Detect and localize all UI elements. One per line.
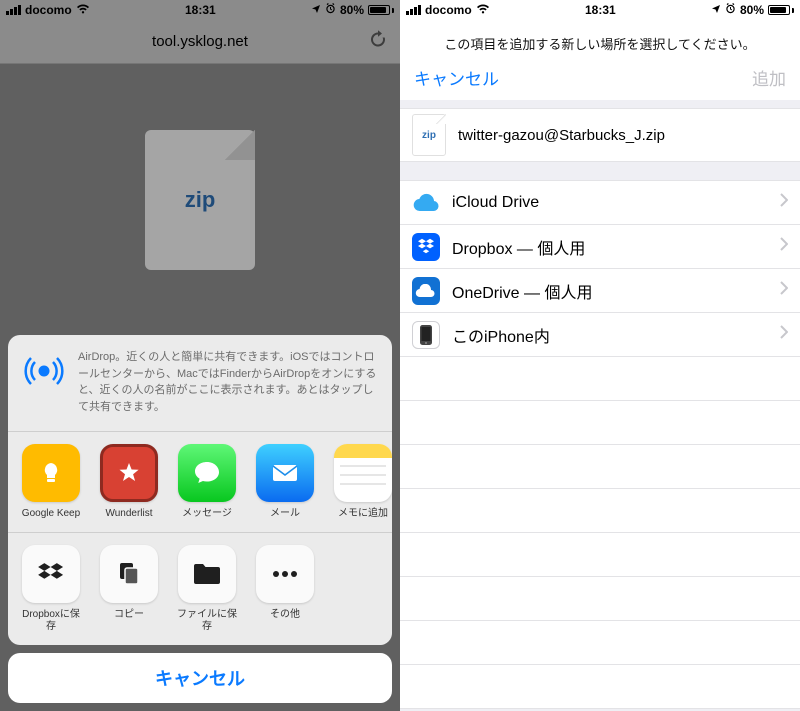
- airdrop-row[interactable]: AirDrop。近くの人と簡単に共有できます。iOSではコントロールセンターから…: [8, 335, 392, 432]
- battery-label: 80%: [740, 3, 764, 17]
- share-sheet: AirDrop。近くの人と簡単に共有できます。iOSではコントロールセンターから…: [8, 335, 392, 703]
- files-save-location-screen: docomo 18:31 80% この項目を追加する新しい場所を選択してください…: [400, 0, 800, 711]
- locations-list: iCloud Drive Dropbox — 個人用 OneDrive — 個人…: [400, 180, 800, 357]
- action-label: Dropboxに保存: [18, 609, 84, 633]
- action-more[interactable]: その他: [252, 545, 318, 633]
- alarm-icon: [725, 3, 736, 17]
- cancel-button[interactable]: キャンセル: [414, 65, 499, 90]
- wifi-icon: [476, 3, 490, 17]
- safari-share-sheet-screen: docomo 18:31 80% tool.ysklog.net: [0, 0, 400, 711]
- airdrop-text: AirDrop。近くの人と簡単に共有できます。iOSではコントロールセンターから…: [78, 349, 378, 415]
- location-onedrive[interactable]: OneDrive — 個人用: [400, 269, 800, 313]
- chevron-right-icon: [779, 237, 788, 256]
- location-icon: [711, 3, 721, 17]
- dropbox-icon: [412, 233, 440, 261]
- clock-label: 18:31: [585, 3, 616, 17]
- app-label: Google Keep: [18, 508, 84, 520]
- location-label: このiPhone内: [452, 323, 767, 347]
- action-save-dropbox[interactable]: Dropboxに保存: [18, 545, 84, 633]
- chevron-right-icon: [779, 325, 788, 344]
- file-row: zip twitter-gazou@Starbucks_J.zip: [400, 108, 800, 162]
- app-label: メール: [252, 508, 318, 520]
- share-apps-row[interactable]: Google Keep Wunderlist メッセージ メール: [8, 432, 392, 533]
- action-copy[interactable]: コピー: [96, 545, 162, 633]
- add-button: 追加: [752, 65, 786, 90]
- action-label: コピー: [96, 609, 162, 621]
- share-app-google-keep[interactable]: Google Keep: [18, 444, 84, 520]
- battery-icon: [768, 5, 794, 15]
- action-label: その他: [252, 609, 318, 621]
- empty-rows: [400, 357, 800, 709]
- status-bar: docomo 18:31 80%: [400, 0, 800, 20]
- share-app-messages[interactable]: メッセージ: [174, 444, 240, 520]
- app-label: メモに追加: [330, 508, 392, 520]
- carrier-label: docomo: [425, 3, 472, 17]
- filename-label: twitter-gazou@Starbucks_J.zip: [458, 127, 665, 144]
- location-label: iCloud Drive: [452, 194, 767, 212]
- airdrop-icon: [22, 349, 66, 415]
- signal-icon: [406, 5, 421, 15]
- location-picker-header: この項目を追加する新しい場所を選択してください。 キャンセル 追加: [400, 20, 800, 100]
- share-actions-row[interactable]: Dropboxに保存 コピー ファイルに保存 その他: [8, 533, 392, 645]
- share-app-wunderlist[interactable]: Wunderlist: [96, 444, 162, 520]
- help-text: この項目を追加する新しい場所を選択してください。: [414, 34, 786, 53]
- location-label: OneDrive — 個人用: [452, 279, 767, 303]
- icloud-icon: [412, 189, 440, 217]
- app-label: Wunderlist: [96, 508, 162, 520]
- cancel-button[interactable]: キャンセル: [8, 653, 392, 703]
- chevron-right-icon: [779, 281, 788, 300]
- iphone-icon: [412, 321, 440, 349]
- onedrive-icon: [412, 277, 440, 305]
- action-label: ファイルに保存: [174, 609, 240, 633]
- share-app-mail[interactable]: メール: [252, 444, 318, 520]
- location-icloud-drive[interactable]: iCloud Drive: [400, 181, 800, 225]
- chevron-right-icon: [779, 193, 788, 212]
- action-save-files[interactable]: ファイルに保存: [174, 545, 240, 633]
- location-this-iphone[interactable]: このiPhone内: [400, 313, 800, 357]
- location-dropbox[interactable]: Dropbox — 個人用: [400, 225, 800, 269]
- location-label: Dropbox — 個人用: [452, 235, 767, 259]
- zip-file-icon: zip: [412, 114, 446, 156]
- app-label: メッセージ: [174, 508, 240, 520]
- share-app-notes[interactable]: メモに追加: [330, 444, 392, 520]
